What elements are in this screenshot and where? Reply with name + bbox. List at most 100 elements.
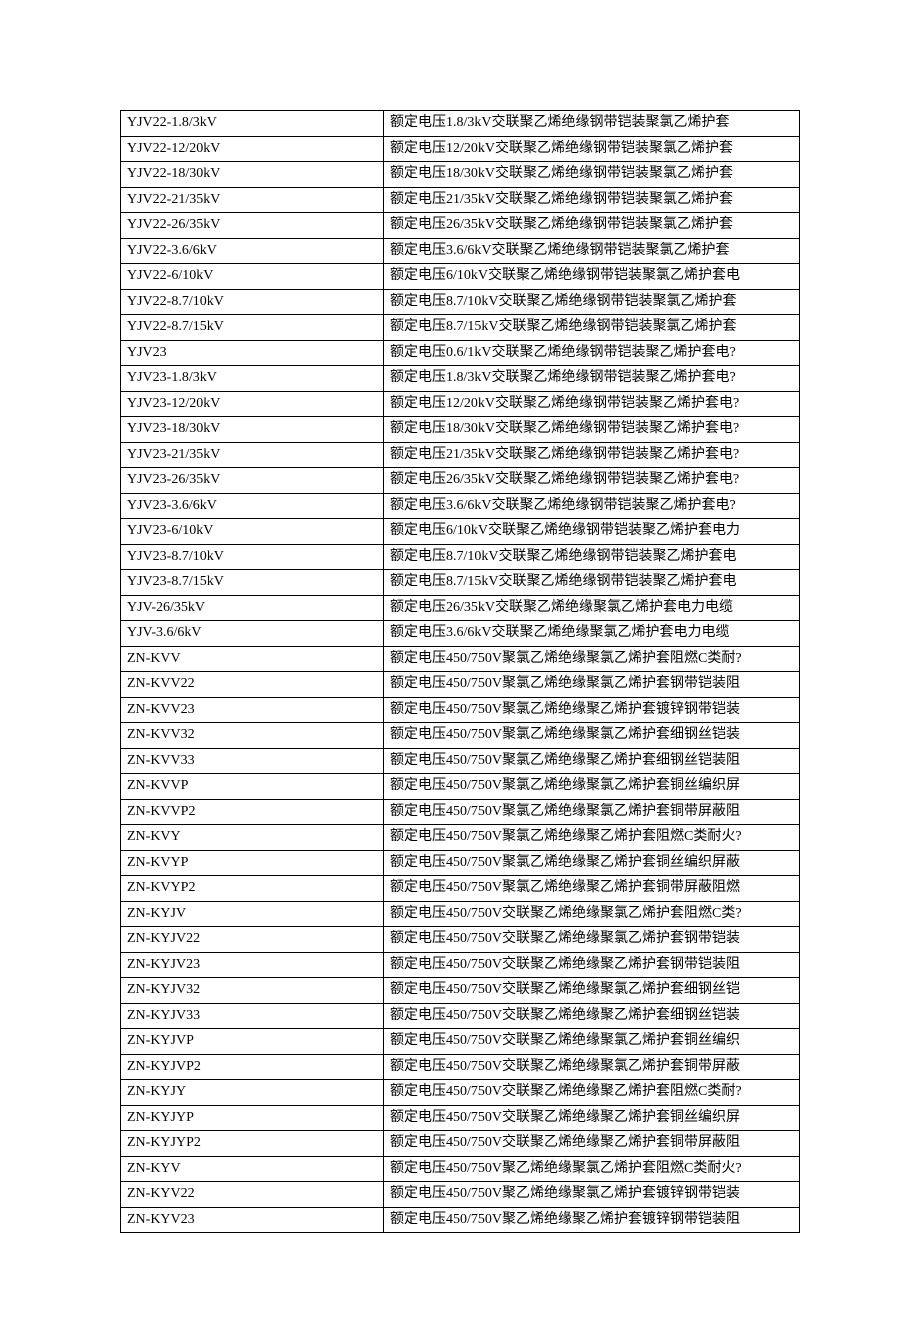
cell-code: YJV22-3.6/6kV bbox=[121, 238, 384, 264]
table-row: ZN-KYJY额定电压450/750V交联聚乙烯绝缘聚乙烯护套阻燃C类耐? bbox=[121, 1080, 800, 1106]
cell-description: 额定电压450/750V交联聚乙烯绝缘聚乙烯护套阻燃C类耐? bbox=[384, 1080, 800, 1106]
cell-description: 额定电压8.7/15kV交联聚乙烯绝缘钢带铠装聚氯乙烯护套 bbox=[384, 315, 800, 341]
cell-description: 额定电压3.6/6kV交联聚乙烯绝缘聚氯乙烯护套电力电缆 bbox=[384, 621, 800, 647]
cell-description: 额定电压450/750V交联聚乙烯绝缘聚乙烯护套钢带铠装阻 bbox=[384, 952, 800, 978]
cell-code: ZN-KVVP2 bbox=[121, 799, 384, 825]
table-row: YJV23-26/35kV额定电压26/35kV交联聚乙烯绝缘钢带铠装聚乙烯护套… bbox=[121, 468, 800, 494]
table-row: YJV23额定电压0.6/1kV交联聚乙烯绝缘钢带铠装聚乙烯护套电? bbox=[121, 340, 800, 366]
cell-description: 额定电压1.8/3kV交联聚乙烯绝缘钢带铠装聚乙烯护套电? bbox=[384, 366, 800, 392]
cell-code: ZN-KYV bbox=[121, 1156, 384, 1182]
cell-code: ZN-KVVP bbox=[121, 774, 384, 800]
cell-description: 额定电压8.7/10kV交联聚乙烯绝缘钢带铠装聚乙烯护套电 bbox=[384, 544, 800, 570]
cell-code: YJV23-21/35kV bbox=[121, 442, 384, 468]
table-row: YJV22-3.6/6kV额定电压3.6/6kV交联聚乙烯绝缘钢带铠装聚氯乙烯护… bbox=[121, 238, 800, 264]
table-row: ZN-KVV32额定电压450/750V聚氯乙烯绝缘聚氯乙烯护套细钢丝铠装 bbox=[121, 723, 800, 749]
cell-description: 额定电压450/750V聚氯乙烯绝缘聚氯乙烯护套钢带铠装阻 bbox=[384, 672, 800, 698]
cell-description: 额定电压450/750V交联聚乙烯绝缘聚乙烯护套铜丝编织屏 bbox=[384, 1105, 800, 1131]
cell-description: 额定电压1.8/3kV交联聚乙烯绝缘钢带铠装聚氯乙烯护套 bbox=[384, 111, 800, 137]
table-row: ZN-KVV额定电压450/750V聚氯乙烯绝缘聚氯乙烯护套阻燃C类耐? bbox=[121, 646, 800, 672]
cell-description: 额定电压450/750V聚氯乙烯绝缘聚乙烯护套细钢丝铠装阻 bbox=[384, 748, 800, 774]
table-row: YJV22-26/35kV额定电压26/35kV交联聚乙烯绝缘钢带铠装聚氯乙烯护… bbox=[121, 213, 800, 239]
cell-code: YJV22-26/35kV bbox=[121, 213, 384, 239]
cell-description: 额定电压450/750V聚氯乙烯绝缘聚氯乙烯护套铜丝编织屏 bbox=[384, 774, 800, 800]
cell-code: YJV23 bbox=[121, 340, 384, 366]
cell-code: ZN-KVYP2 bbox=[121, 876, 384, 902]
table-row: ZN-KYJVP额定电压450/750V交联聚乙烯绝缘聚氯乙烯护套铜丝编织 bbox=[121, 1029, 800, 1055]
table-row: ZN-KVV23额定电压450/750V聚氯乙烯绝缘聚乙烯护套镀锌钢带铠装 bbox=[121, 697, 800, 723]
table-row: ZN-KYJV23额定电压450/750V交联聚乙烯绝缘聚乙烯护套钢带铠装阻 bbox=[121, 952, 800, 978]
table-row: ZN-KYV23额定电压450/750V聚乙烯绝缘聚乙烯护套镀锌钢带铠装阻 bbox=[121, 1207, 800, 1233]
cell-description: 额定电压21/35kV交联聚乙烯绝缘钢带铠装聚氯乙烯护套 bbox=[384, 187, 800, 213]
cell-description: 额定电压18/30kV交联聚乙烯绝缘钢带铠装聚乙烯护套电? bbox=[384, 417, 800, 443]
cell-description: 额定电压21/35kV交联聚乙烯绝缘钢带铠装聚乙烯护套电? bbox=[384, 442, 800, 468]
cell-description: 额定电压8.7/10kV交联聚乙烯绝缘钢带铠装聚氯乙烯护套 bbox=[384, 289, 800, 315]
table-row: YJV23-1.8/3kV额定电压1.8/3kV交联聚乙烯绝缘钢带铠装聚乙烯护套… bbox=[121, 366, 800, 392]
cell-code: YJV22-18/30kV bbox=[121, 162, 384, 188]
cell-description: 额定电压450/750V聚氯乙烯绝缘聚乙烯护套铜带屏蔽阻燃 bbox=[384, 876, 800, 902]
table-row: ZN-KYJYP额定电压450/750V交联聚乙烯绝缘聚乙烯护套铜丝编织屏 bbox=[121, 1105, 800, 1131]
cell-code: ZN-KYJV bbox=[121, 901, 384, 927]
cell-description: 额定电压450/750V交联聚乙烯绝缘聚乙烯护套铜带屏蔽阻 bbox=[384, 1131, 800, 1157]
table-row: YJV22-12/20kV额定电压12/20kV交联聚乙烯绝缘钢带铠装聚氯乙烯护… bbox=[121, 136, 800, 162]
table-row: ZN-KYJYP2额定电压450/750V交联聚乙烯绝缘聚乙烯护套铜带屏蔽阻 bbox=[121, 1131, 800, 1157]
cell-description: 额定电压450/750V聚乙烯绝缘聚氯乙烯护套阻燃C类耐火? bbox=[384, 1156, 800, 1182]
table-row: YJV-3.6/6kV额定电压3.6/6kV交联聚乙烯绝缘聚氯乙烯护套电力电缆 bbox=[121, 621, 800, 647]
cell-description: 额定电压450/750V聚氯乙烯绝缘聚乙烯护套铜丝编织屏蔽 bbox=[384, 850, 800, 876]
cell-code: ZN-KVV33 bbox=[121, 748, 384, 774]
cell-code: ZN-KYJVP bbox=[121, 1029, 384, 1055]
table-row: YJV23-3.6/6kV额定电压3.6/6kV交联聚乙烯绝缘钢带铠装聚乙烯护套… bbox=[121, 493, 800, 519]
cell-code: ZN-KYJV33 bbox=[121, 1003, 384, 1029]
table-row: YJV23-18/30kV额定电压18/30kV交联聚乙烯绝缘钢带铠装聚乙烯护套… bbox=[121, 417, 800, 443]
cell-code: ZN-KVYP bbox=[121, 850, 384, 876]
table-row: ZN-KYJVP2额定电压450/750V交联聚乙烯绝缘聚氯乙烯护套铜带屏蔽 bbox=[121, 1054, 800, 1080]
cell-description: 额定电压450/750V聚氯乙烯绝缘聚氯乙烯护套细钢丝铠装 bbox=[384, 723, 800, 749]
table-row: YJV23-8.7/10kV额定电压8.7/10kV交联聚乙烯绝缘钢带铠装聚乙烯… bbox=[121, 544, 800, 570]
cell-description: 额定电压450/750V聚氯乙烯绝缘聚乙烯护套阻燃C类耐火? bbox=[384, 825, 800, 851]
cell-description: 额定电压6/10kV交联聚乙烯绝缘钢带铠装聚乙烯护套电力 bbox=[384, 519, 800, 545]
table-row: ZN-KYV额定电压450/750V聚乙烯绝缘聚氯乙烯护套阻燃C类耐火? bbox=[121, 1156, 800, 1182]
spec-table: YJV22-1.8/3kV额定电压1.8/3kV交联聚乙烯绝缘钢带铠装聚氯乙烯护… bbox=[120, 110, 800, 1233]
cell-description: 额定电压450/750V交联聚乙烯绝缘聚氯乙烯护套阻燃C类? bbox=[384, 901, 800, 927]
cell-code: YJV23-18/30kV bbox=[121, 417, 384, 443]
table-row: YJV22-18/30kV额定电压18/30kV交联聚乙烯绝缘钢带铠装聚氯乙烯护… bbox=[121, 162, 800, 188]
table-row: ZN-KVYP额定电压450/750V聚氯乙烯绝缘聚乙烯护套铜丝编织屏蔽 bbox=[121, 850, 800, 876]
table-row: YJV22-6/10kV额定电压6/10kV交联聚乙烯绝缘钢带铠装聚氯乙烯护套电 bbox=[121, 264, 800, 290]
cell-code: ZN-KVV bbox=[121, 646, 384, 672]
table-row: YJV22-21/35kV额定电压21/35kV交联聚乙烯绝缘钢带铠装聚氯乙烯护… bbox=[121, 187, 800, 213]
table-row: ZN-KYJV额定电压450/750V交联聚乙烯绝缘聚氯乙烯护套阻燃C类? bbox=[121, 901, 800, 927]
table-row: ZN-KVV22额定电压450/750V聚氯乙烯绝缘聚氯乙烯护套钢带铠装阻 bbox=[121, 672, 800, 698]
cell-description: 额定电压450/750V聚氯乙烯绝缘聚氯乙烯护套阻燃C类耐? bbox=[384, 646, 800, 672]
table-row: ZN-KVVP额定电压450/750V聚氯乙烯绝缘聚氯乙烯护套铜丝编织屏 bbox=[121, 774, 800, 800]
cell-code: YJV22-6/10kV bbox=[121, 264, 384, 290]
cell-code: YJV22-8.7/10kV bbox=[121, 289, 384, 315]
cell-description: 额定电压12/20kV交联聚乙烯绝缘钢带铠装聚乙烯护套电? bbox=[384, 391, 800, 417]
cell-code: YJV23-1.8/3kV bbox=[121, 366, 384, 392]
table-row: YJV23-6/10kV额定电压6/10kV交联聚乙烯绝缘钢带铠装聚乙烯护套电力 bbox=[121, 519, 800, 545]
table-row: ZN-KVY额定电压450/750V聚氯乙烯绝缘聚乙烯护套阻燃C类耐火? bbox=[121, 825, 800, 851]
table-row: YJV22-8.7/15kV额定电压8.7/15kV交联聚乙烯绝缘钢带铠装聚氯乙… bbox=[121, 315, 800, 341]
cell-description: 额定电压450/750V聚乙烯绝缘聚氯乙烯护套镀锌钢带铠装 bbox=[384, 1182, 800, 1208]
table-row: ZN-KYJV22额定电压450/750V交联聚乙烯绝缘聚氯乙烯护套钢带铠装 bbox=[121, 927, 800, 953]
cell-description: 额定电压450/750V交联聚乙烯绝缘聚氯乙烯护套钢带铠装 bbox=[384, 927, 800, 953]
cell-description: 额定电压450/750V聚乙烯绝缘聚乙烯护套镀锌钢带铠装阻 bbox=[384, 1207, 800, 1233]
table-row: YJV23-8.7/15kV额定电压8.7/15kV交联聚乙烯绝缘钢带铠装聚乙烯… bbox=[121, 570, 800, 596]
cell-description: 额定电压26/35kV交联聚乙烯绝缘钢带铠装聚乙烯护套电? bbox=[384, 468, 800, 494]
cell-description: 额定电压450/750V聚氯乙烯绝缘聚氯乙烯护套铜带屏蔽阻 bbox=[384, 799, 800, 825]
cell-code: YJV23-26/35kV bbox=[121, 468, 384, 494]
cell-code: ZN-KYJY bbox=[121, 1080, 384, 1106]
table-row: ZN-KVVP2额定电压450/750V聚氯乙烯绝缘聚氯乙烯护套铜带屏蔽阻 bbox=[121, 799, 800, 825]
cell-description: 额定电压26/35kV交联聚乙烯绝缘钢带铠装聚氯乙烯护套 bbox=[384, 213, 800, 239]
cell-description: 额定电压450/750V交联聚乙烯绝缘聚氯乙烯护套铜带屏蔽 bbox=[384, 1054, 800, 1080]
cell-code: YJV23-12/20kV bbox=[121, 391, 384, 417]
cell-code: YJV-26/35kV bbox=[121, 595, 384, 621]
cell-description: 额定电压26/35kV交联聚乙烯绝缘聚氯乙烯护套电力电缆 bbox=[384, 595, 800, 621]
cell-description: 额定电压3.6/6kV交联聚乙烯绝缘钢带铠装聚乙烯护套电? bbox=[384, 493, 800, 519]
cell-description: 额定电压3.6/6kV交联聚乙烯绝缘钢带铠装聚氯乙烯护套 bbox=[384, 238, 800, 264]
cell-code: ZN-KYV23 bbox=[121, 1207, 384, 1233]
cell-description: 额定电压18/30kV交联聚乙烯绝缘钢带铠装聚氯乙烯护套 bbox=[384, 162, 800, 188]
cell-code: YJV23-8.7/10kV bbox=[121, 544, 384, 570]
cell-code: YJV23-6/10kV bbox=[121, 519, 384, 545]
table-row: ZN-KVYP2额定电压450/750V聚氯乙烯绝缘聚乙烯护套铜带屏蔽阻燃 bbox=[121, 876, 800, 902]
cell-code: YJV22-12/20kV bbox=[121, 136, 384, 162]
cell-code: ZN-KVV32 bbox=[121, 723, 384, 749]
